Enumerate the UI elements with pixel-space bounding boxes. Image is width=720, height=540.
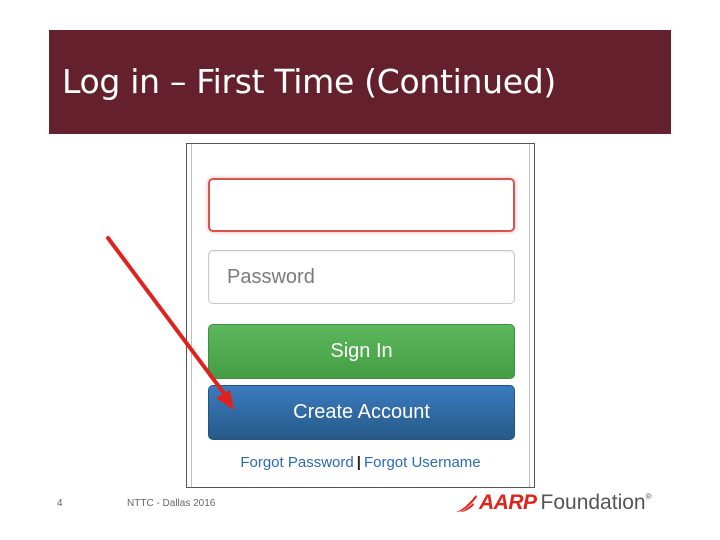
footer-event-text: NTTC - Dallas 2016 xyxy=(127,498,216,509)
registered-mark: ® xyxy=(645,492,652,501)
sign-in-button[interactable]: Sign In xyxy=(208,324,515,379)
forgot-password-link[interactable]: Forgot Password xyxy=(240,454,353,471)
forgot-username-link[interactable]: Forgot Username xyxy=(364,454,481,471)
slide-title-bar: Log in – First Time (Continued) xyxy=(49,30,671,134)
logo-foundation-text: Foundation xyxy=(540,491,646,514)
aarp-foundation-logo: AARP Foundation ® xyxy=(454,490,652,516)
password-field[interactable]: Password xyxy=(208,250,515,304)
forgot-links: Forgot Password | Forgot Username xyxy=(187,454,534,471)
logo-brand-text: AARP xyxy=(479,491,537,514)
aarp-swoosh-icon xyxy=(456,495,477,512)
page-number: 4 xyxy=(57,498,63,509)
username-field[interactable] xyxy=(208,178,515,232)
slide-title: Log in – First Time (Continued) xyxy=(62,62,556,101)
create-account-button[interactable]: Create Account xyxy=(208,385,515,440)
link-separator: | xyxy=(356,454,361,471)
login-form-screenshot: Password Sign In Create Account Forgot P… xyxy=(186,143,535,488)
